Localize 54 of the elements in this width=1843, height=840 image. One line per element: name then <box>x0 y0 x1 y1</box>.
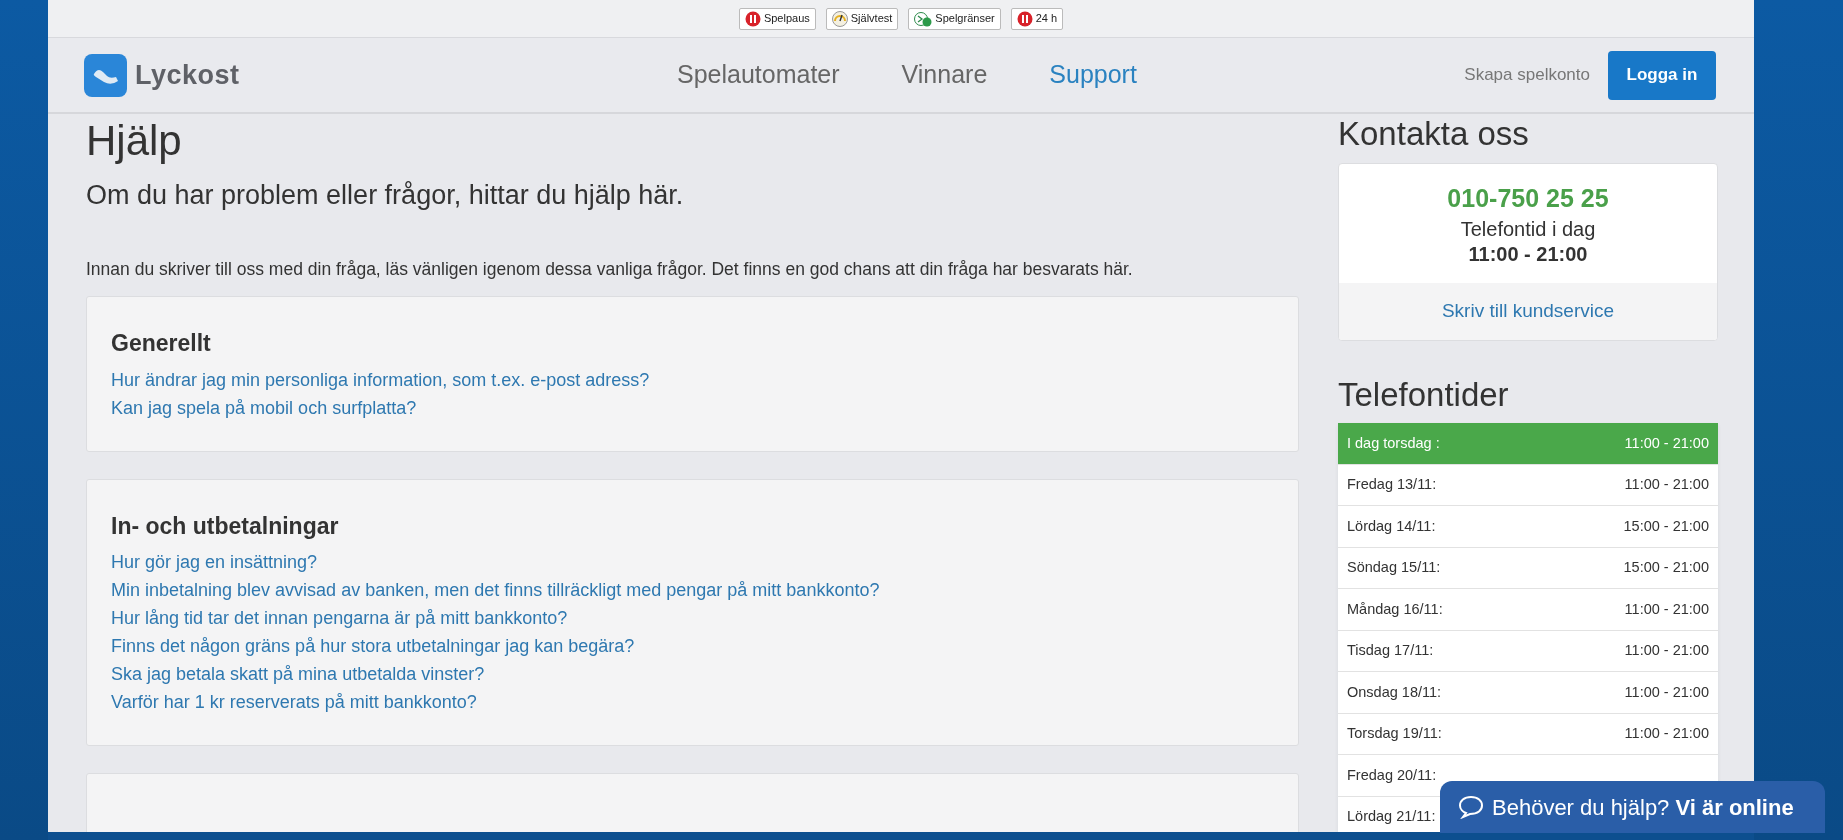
contact-link[interactable]: Skriv till kundservice <box>1339 283 1717 340</box>
logo-icon <box>84 53 127 97</box>
day-label: Onsdag 18/11: <box>1347 682 1442 702</box>
faq-link[interactable]: Hur gör jag en insättning? <box>111 548 1274 577</box>
hours-value: 11:00 - 21:00 <box>1624 682 1709 702</box>
logo-text: Lyckost <box>135 58 240 92</box>
day-label: Söndag 15/11: <box>1347 558 1441 578</box>
hours-text: 11:00 - 21:00 <box>1467 242 1589 268</box>
chat-bubble-icon <box>1458 795 1484 819</box>
toolbar-chip[interactable]: Spelpaus <box>738 7 816 30</box>
day-label: Torsdag 19/11: <box>1347 724 1442 744</box>
phone-number: 010-750 25 25 <box>1446 182 1610 214</box>
pause-icon <box>744 10 761 27</box>
toolbar-chip[interactable]: 24 h <box>1010 7 1064 30</box>
hours-value: 11:00 - 21:00 <box>1624 724 1709 744</box>
toolbar-chip[interactable]: Självtest <box>825 7 899 30</box>
faq-link[interactable]: Varför har 1 kr reserverats på mitt bankkonto? <box>111 688 1274 717</box>
faq-link[interactable]: Min inbetalning blev avvisad av banken, men det finns tillräckligt med pengar på mitt bankkonto? <box>111 576 1274 605</box>
nav-link[interactable]: Support <box>1049 56 1137 94</box>
day-label: Fredag 13/11: <box>1347 475 1437 495</box>
create-account-link[interactable]: Skapa spelkonto <box>1464 62 1590 88</box>
day-label: I dag torsdag : <box>1347 433 1440 453</box>
day-label: Fredag 20/11: <box>1347 765 1437 785</box>
hours-value: 15:00 - 21:00 <box>1623 558 1709 578</box>
phone-hours-heading: Telefontider <box>1338 374 1510 415</box>
hours-label: Telefontid i dag <box>1459 217 1597 243</box>
limits-icon <box>914 10 933 27</box>
intro-text: Innan du skriver till oss med din fråga, läs vänligen igenom dessa vanliga frågor. Det finns en god chans att din fråga har besvarats här. <box>86 257 1134 281</box>
day-label: Måndag 16/11: <box>1347 599 1443 619</box>
contact-heading: Kontakta oss <box>1338 114 1530 154</box>
hours-value: 11:00 - 21:00 <box>1624 475 1709 495</box>
section-heading: Generellt <box>111 330 212 358</box>
section-heading: In- och utbetalningar <box>111 512 340 541</box>
day-label: Lördag 21/11: <box>1347 807 1436 827</box>
page-subtitle: Om du har problem eller frågor, hittar du hjälp här. <box>86 179 685 213</box>
chat-button[interactable]: Behöver du hjälp? Vi är online <box>1440 781 1825 833</box>
faq-link[interactable]: Hur lång tid tar det innan pengarna är på mitt bankkonto? <box>111 604 1274 633</box>
page-title: Hjälp <box>86 116 183 166</box>
nav-link[interactable]: Spelautomater <box>676 56 840 94</box>
faq-link[interactable]: Finns det någon gräns på hur stora utbetalningar jag kan begära? <box>111 632 1274 661</box>
toolbar-chip[interactable]: Spelgränser <box>908 7 1001 30</box>
hours-value: 15:00 - 21:00 <box>1623 516 1709 536</box>
gauge-icon <box>831 10 848 27</box>
day-label: Lördag 14/11: <box>1347 516 1436 536</box>
nav-link[interactable]: Vinnare <box>901 56 988 94</box>
faq-link[interactable]: Ska jag betala skatt på mina utbetalda vinster? <box>111 660 1274 689</box>
day-label: Tisdag 17/11: <box>1347 641 1434 661</box>
login-button[interactable]: Logga in <box>1608 50 1716 100</box>
pause-icon <box>1016 10 1033 27</box>
faq-link[interactable]: Kan jag spela på mobil och surfplatta? <box>111 393 1274 422</box>
hours-value: 11:00 - 21:00 <box>1624 599 1709 619</box>
hours-value: 11:00 - 21:00 <box>1624 433 1709 453</box>
hours-value: 11:00 - 21:00 <box>1624 641 1709 661</box>
faq-link[interactable]: Hur ändrar jag min personliga information, som t.ex. e-post adress? <box>111 365 1274 394</box>
